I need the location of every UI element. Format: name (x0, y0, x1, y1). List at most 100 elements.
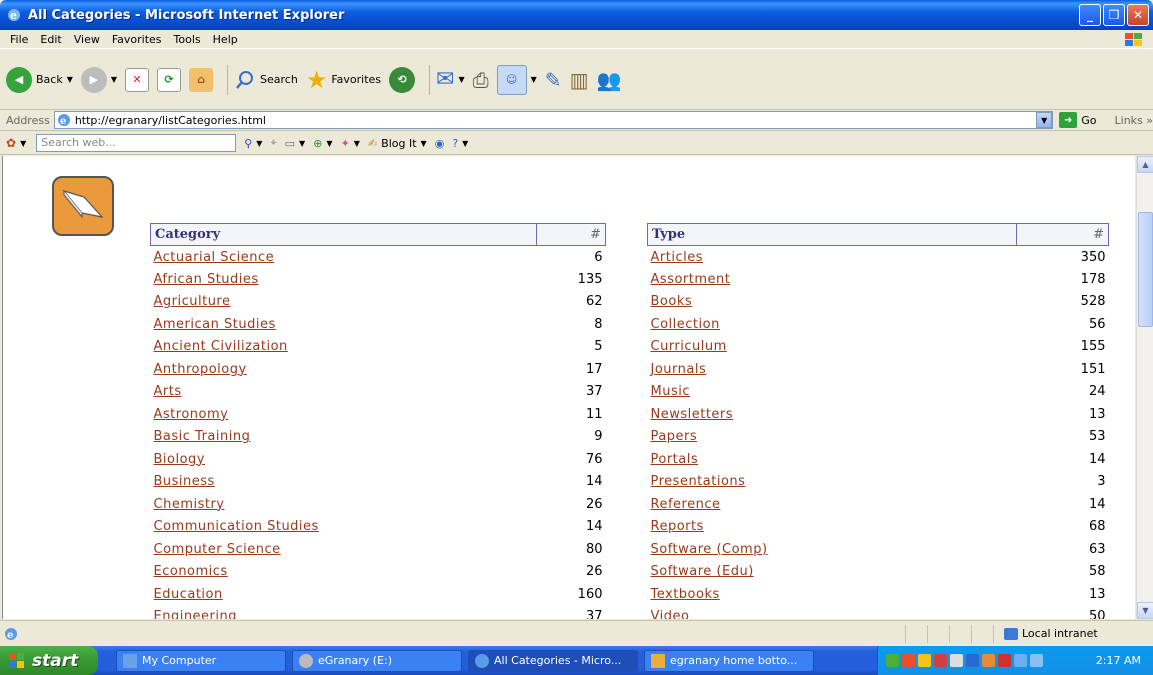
task-egranary-home[interactable]: egranary home botto... (644, 649, 814, 672)
volume-icon[interactable] (950, 654, 963, 667)
type-link[interactable]: Newsletters (651, 407, 734, 422)
favorites-button[interactable]: ★ Favorites (306, 66, 381, 94)
type-link[interactable]: Presentations (651, 474, 746, 489)
category-link[interactable]: Astronomy (154, 407, 229, 422)
task-my-computer[interactable]: My Computer (116, 649, 286, 672)
messenger-small-button[interactable]: ◉ (435, 137, 445, 150)
close-button[interactable]: ✕ (1127, 4, 1149, 26)
category-link[interactable]: Economics (154, 564, 228, 579)
scroll-down-button[interactable]: ▼ (1137, 602, 1153, 619)
blog-it-button[interactable]: ✍ Blog It ▼ (368, 137, 427, 150)
category-link[interactable]: Basic Training (154, 429, 251, 444)
messenger-tray-icon[interactable] (918, 654, 931, 667)
menu-view[interactable]: View (74, 33, 100, 46)
type-link[interactable]: Software (Comp) (651, 542, 768, 557)
go-button[interactable]: ➜ Go (1059, 112, 1097, 128)
category-link[interactable]: Arts (154, 384, 182, 399)
type-link[interactable]: Reference (651, 497, 721, 512)
clock[interactable]: 2:17 AM (1096, 654, 1141, 667)
edit-button[interactable]: ✎ (545, 68, 562, 92)
category-link[interactable]: African Studies (154, 272, 259, 287)
search-go-button[interactable]: ⚲ ▼ (244, 137, 262, 150)
category-link[interactable]: Actuarial Science (154, 250, 275, 265)
contacts-button[interactable]: 👥 (596, 68, 621, 92)
type-link[interactable]: Software (Edu) (651, 564, 754, 579)
monitor-icon[interactable] (1030, 654, 1043, 667)
search-web-input[interactable]: Search web... (36, 134, 237, 152)
category-link[interactable]: Agriculture (154, 294, 231, 309)
category-link[interactable]: Communication Studies (154, 519, 319, 534)
address-input[interactable]: e http://egranary/listCategories.html ▼ (53, 111, 1054, 129)
chevron-down-icon: ▼ (110, 75, 118, 84)
history-button[interactable]: ⟲ (389, 66, 416, 93)
display-icon[interactable] (966, 654, 979, 667)
minimize-button[interactable]: _ (1079, 4, 1101, 26)
task-all-categories[interactable]: All Categories - Micro... (468, 649, 638, 672)
category-link[interactable]: American Studies (154, 317, 276, 332)
address-dropdown-button[interactable]: ▼ (1036, 112, 1053, 128)
help-button[interactable]: ? ▼ (452, 137, 468, 150)
forward-button[interactable]: ▶ ▼ (80, 66, 118, 93)
alert-icon[interactable] (998, 654, 1011, 667)
category-link[interactable]: Business (154, 474, 215, 489)
type-link[interactable]: Portals (651, 452, 699, 467)
scroll-up-button[interactable]: ▲ (1137, 156, 1153, 173)
bluetooth-icon[interactable] (1014, 654, 1027, 667)
task-egranary-drive[interactable]: eGranary (E:) (292, 649, 462, 672)
type-link[interactable]: Curriculum (651, 339, 727, 354)
type-link[interactable]: Textbooks (651, 587, 720, 602)
type-link[interactable]: Papers (651, 429, 698, 444)
menu-edit[interactable]: Edit (40, 33, 61, 46)
egranary-logo[interactable] (52, 176, 114, 236)
type-link[interactable]: Assortment (651, 272, 731, 287)
network-icon[interactable] (886, 654, 899, 667)
butterfly-button[interactable]: ✦ ▼ (341, 137, 360, 150)
category-link[interactable]: Education (154, 587, 223, 602)
category-name-cell: Anthropology (151, 358, 537, 381)
links-button[interactable]: Links » (1115, 114, 1153, 127)
back-button[interactable]: ◀ Back ▼ (6, 66, 73, 93)
category-link[interactable]: Engineering (154, 609, 238, 619)
type-count: 151 (1080, 361, 1106, 377)
research-button[interactable]: ▥ (570, 68, 589, 92)
type-link[interactable]: Music (651, 384, 691, 399)
category-name-cell: Arts (151, 381, 537, 404)
category-link[interactable]: Anthropology (154, 362, 247, 377)
back-arrow-icon: ◀ (6, 66, 32, 93)
maximize-button[interactable]: ❐ (1103, 4, 1125, 26)
menu-tools[interactable]: Tools (174, 33, 201, 46)
type-link[interactable]: Books (651, 294, 693, 309)
category-name-cell: Biology (151, 448, 537, 471)
stop-button[interactable]: ✕ (125, 67, 150, 92)
highlight-button[interactable]: ⌖ (270, 136, 276, 150)
category-link[interactable]: Chemistry (154, 497, 225, 512)
antivirus-icon[interactable] (934, 654, 947, 667)
type-link[interactable]: Articles (651, 250, 703, 265)
security-zone[interactable]: Local intranet (993, 624, 1153, 643)
menu-favorites[interactable]: Favorites (112, 33, 162, 46)
category-link[interactable]: Computer Science (154, 542, 281, 557)
category-link[interactable]: Biology (154, 452, 206, 467)
menu-help[interactable]: Help (213, 33, 238, 46)
update-icon[interactable] (982, 654, 995, 667)
refresh-button[interactable]: ⟳ (157, 67, 182, 92)
start-button[interactable]: start (0, 646, 98, 675)
type-link[interactable]: Video (651, 609, 690, 619)
category-link[interactable]: Ancient Civilization (154, 339, 288, 354)
type-link[interactable]: Journals (651, 362, 707, 377)
window-button[interactable]: ▭ ▼ (285, 137, 306, 150)
print-button[interactable]: ⎙ (473, 68, 489, 92)
mail-button[interactable]: ✉ ▼ (436, 67, 465, 92)
menu-file[interactable]: File (10, 33, 28, 46)
home-button[interactable]: ⌂ (189, 67, 214, 92)
type-link[interactable]: Collection (651, 317, 720, 332)
type-link[interactable]: Reports (651, 519, 704, 534)
scroll-thumb[interactable] (1138, 212, 1153, 327)
vertical-scrollbar[interactable]: ▲ ▼ (1136, 156, 1153, 619)
addon-button[interactable]: ⊕ ▼ (313, 137, 332, 150)
messenger-button[interactable]: ☺ ▼ (496, 64, 537, 95)
security-icon[interactable] (902, 654, 915, 667)
category-count: 76 (585, 451, 603, 467)
search-button[interactable]: Search (234, 69, 298, 91)
toolbar-menu-button[interactable]: ✿ ▼ (6, 136, 26, 150)
